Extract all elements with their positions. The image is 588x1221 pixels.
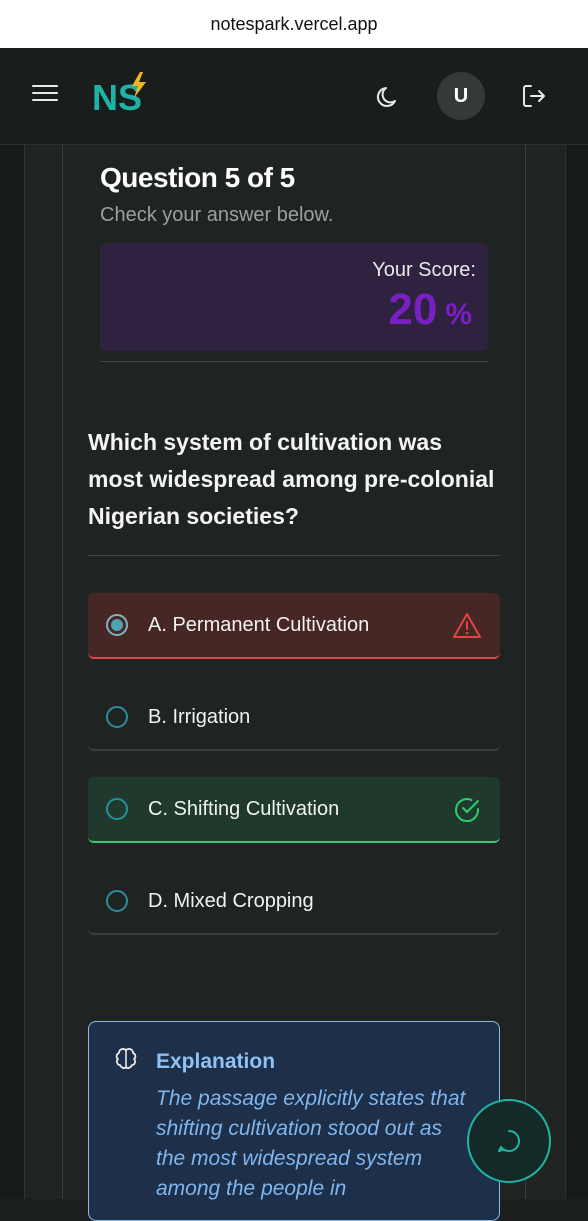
explanation-text: The passage explicitly states that shift… <box>156 1087 466 1200</box>
avatar[interactable]: U <box>437 72 485 120</box>
check-circle-icon <box>455 798 480 822</box>
warning-icon <box>453 613 481 638</box>
radio-button[interactable] <box>106 614 128 636</box>
score-number: 20 <box>388 285 438 334</box>
hamburger-icon[interactable] <box>32 85 58 107</box>
option-a[interactable]: A. Permanent Cultivation <box>88 593 500 659</box>
explanation-title: Explanation <box>156 1050 276 1073</box>
chat-button[interactable] <box>467 1099 551 1183</box>
radio-button[interactable] <box>106 890 128 912</box>
option-label: B. Irrigation <box>148 706 251 728</box>
score-label: Your Score: <box>372 259 476 281</box>
question-text: Which system of cultivation was most wid… <box>88 429 495 529</box>
brain-icon <box>115 1048 137 1069</box>
question-counter: Question 5 of 5 <box>100 162 295 193</box>
avatar-initial: U <box>453 84 469 107</box>
question-subtitle: Check your answer below. <box>100 204 334 226</box>
divider <box>88 555 500 556</box>
score-value: 20% <box>388 285 472 335</box>
option-label: D. Mixed Cropping <box>148 890 314 912</box>
logout-icon[interactable] <box>520 82 548 110</box>
option-d[interactable]: D. Mixed Cropping <box>88 869 500 935</box>
moon-icon[interactable] <box>374 82 404 112</box>
browser-url-bar[interactable]: notespark.vercel.app <box>0 0 588 48</box>
divider <box>100 361 488 362</box>
radio-button[interactable] <box>106 706 128 728</box>
page-gutter-right <box>564 145 588 1199</box>
chat-bubble-icon <box>498 1130 520 1152</box>
option-b[interactable]: B. Irrigation <box>88 685 500 751</box>
score-unit: % <box>445 298 472 331</box>
explanation-box: Explanation The passage explicitly state… <box>88 1021 500 1221</box>
top-navigation: NS U <box>0 48 588 145</box>
notespark-logo[interactable]: NS <box>92 70 150 122</box>
option-label: C. Shifting Cultivation <box>148 798 340 820</box>
score-box: Your Score: 20% <box>100 243 488 351</box>
page-gutter-left <box>0 145 24 1199</box>
url-text: notespark.vercel.app <box>210 13 378 34</box>
option-c[interactable]: C. Shifting Cultivation <box>88 777 500 843</box>
option-label: A. Permanent Cultivation <box>148 614 370 636</box>
radio-button[interactable] <box>106 798 128 820</box>
